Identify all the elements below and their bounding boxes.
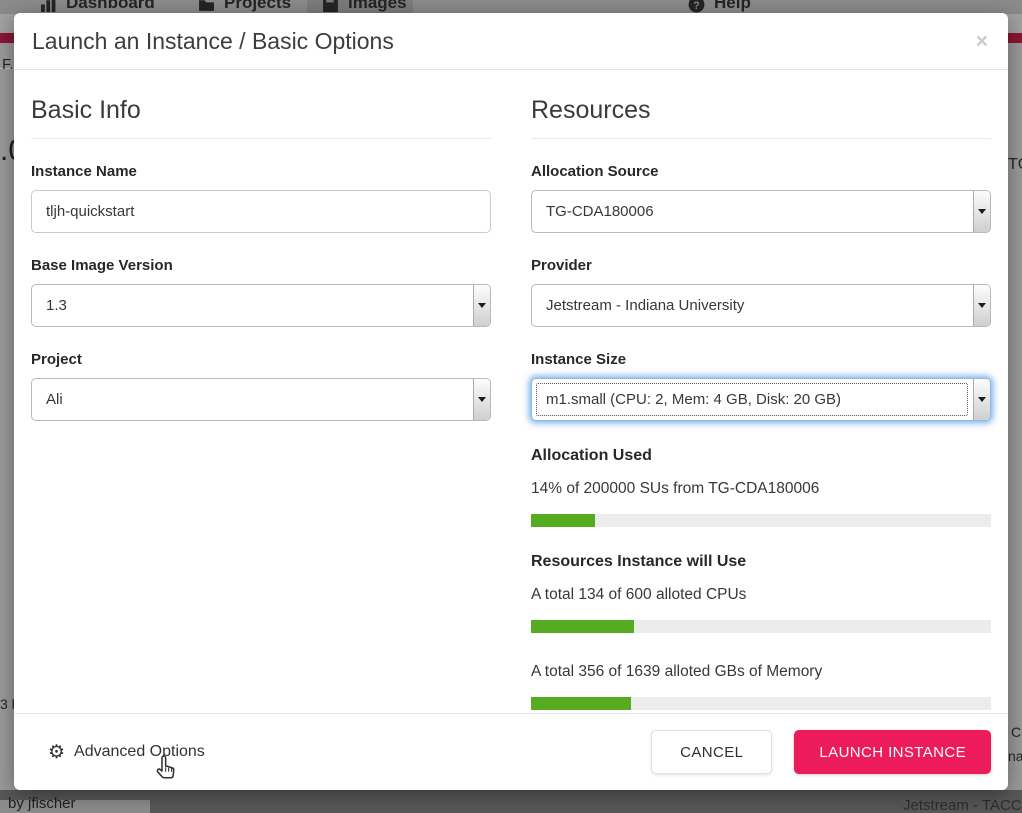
cpu-usage-progress	[531, 620, 991, 633]
resources-column: Resources Allocation Source TG-CDA180006…	[531, 70, 991, 713]
footer-provider-text: Jetstream - TACC	[903, 797, 1022, 813]
provider-label: Provider	[531, 257, 991, 274]
progress-fill	[531, 514, 595, 527]
launch-instance-modal: Launch an Instance / Basic Options × Bas…	[14, 13, 1008, 790]
top-navbar: Dashboard Projects Images ? Help	[0, 0, 1022, 14]
launch-instance-button[interactable]: LAUNCH INSTANCE	[794, 730, 991, 774]
modal-footer: ⚙ Advanced Options CANCEL LAUNCH INSTANC…	[14, 713, 1008, 790]
select-value: m1.small (CPU: 2, Mem: 4 GB, Disk: 20 GB…	[546, 391, 841, 408]
nav-item-images[interactable]: Images	[322, 0, 407, 13]
nav-label: Help	[714, 0, 751, 13]
background-text-fragment: F.	[2, 56, 14, 73]
allocation-used-text: 14% of 200000 SUs from TG-CDA180006	[531, 480, 991, 498]
background-text-fragment: na	[1008, 748, 1022, 764]
instance-size-label: Instance Size	[531, 351, 991, 368]
background-text-fragment: TG	[1008, 156, 1022, 174]
nav-label: Images	[348, 0, 407, 13]
resources-heading: Resources	[531, 96, 991, 139]
basic-info-heading: Basic Info	[31, 96, 491, 139]
instance-name-label: Instance Name	[31, 163, 491, 180]
chevron-down-icon	[473, 285, 490, 326]
svg-text:?: ?	[693, 0, 699, 12]
chevron-down-icon	[473, 379, 490, 420]
help-icon: ?	[688, 0, 705, 13]
memory-usage-progress	[531, 697, 991, 710]
modal-header: Launch an Instance / Basic Options ×	[14, 13, 1008, 70]
progress-fill	[531, 620, 634, 633]
folder-icon	[198, 0, 215, 13]
footer-buttons: CANCEL LAUNCH INSTANCE	[651, 730, 991, 774]
save-icon	[322, 0, 339, 13]
provider-select[interactable]: Jetstream - Indiana University	[531, 284, 991, 327]
chevron-down-icon	[973, 191, 990, 232]
select-value: Ali	[46, 391, 63, 408]
nav-label: Dashboard	[66, 0, 155, 13]
chevron-down-icon	[973, 379, 990, 420]
instance-size-select[interactable]: m1.small (CPU: 2, Mem: 4 GB, Disk: 20 GB…	[531, 378, 991, 421]
memory-usage-text: A total 356 of 1639 alloted GBs of Memor…	[531, 663, 991, 681]
select-value: TG-CDA180006	[546, 203, 654, 220]
modal-body: Basic Info Instance Name Base Image Vers…	[14, 70, 1008, 713]
allocation-used-progress	[531, 514, 991, 527]
base-image-version-label: Base Image Version	[31, 257, 491, 274]
progress-fill	[531, 697, 631, 710]
nav-item-dashboard[interactable]: Dashboard	[40, 0, 155, 13]
nav-item-help[interactable]: ? Help	[688, 0, 751, 13]
allocation-source-label: Allocation Source	[531, 163, 991, 180]
basic-info-column: Basic Info Instance Name Base Image Vers…	[31, 70, 491, 713]
close-icon[interactable]: ×	[976, 31, 988, 52]
modal-title: Launch an Instance / Basic Options	[32, 28, 990, 55]
project-label: Project	[31, 351, 491, 368]
footer-credit-text: by jfischer	[8, 795, 76, 812]
nav-item-projects[interactable]: Projects	[198, 0, 291, 13]
instance-name-input[interactable]	[31, 190, 491, 233]
background-text-fragment: C	[1011, 724, 1021, 740]
chevron-down-icon	[973, 285, 990, 326]
allocation-used-heading: Allocation Used	[531, 447, 991, 465]
select-value: 1.3	[46, 297, 67, 314]
select-value: Jetstream - Indiana University	[546, 297, 744, 314]
nav-label: Projects	[224, 0, 291, 13]
cpu-usage-text: A total 134 of 600 alloted CPUs	[531, 586, 991, 604]
advanced-options-link[interactable]: ⚙ Advanced Options	[48, 741, 205, 764]
background-text-fragment: 3 l	[0, 696, 15, 712]
bar-chart-icon	[40, 0, 57, 13]
base-image-version-select[interactable]: 1.3	[31, 284, 491, 327]
page-footer-bar	[0, 790, 1022, 813]
gear-icon: ⚙	[48, 741, 65, 764]
allocation-source-select[interactable]: TG-CDA180006	[531, 190, 991, 233]
resources-usage-heading: Resources Instance will Use	[531, 553, 991, 571]
advanced-options-label: Advanced Options	[74, 743, 205, 761]
project-select[interactable]: Ali	[31, 378, 491, 421]
cancel-button[interactable]: CANCEL	[651, 730, 772, 774]
